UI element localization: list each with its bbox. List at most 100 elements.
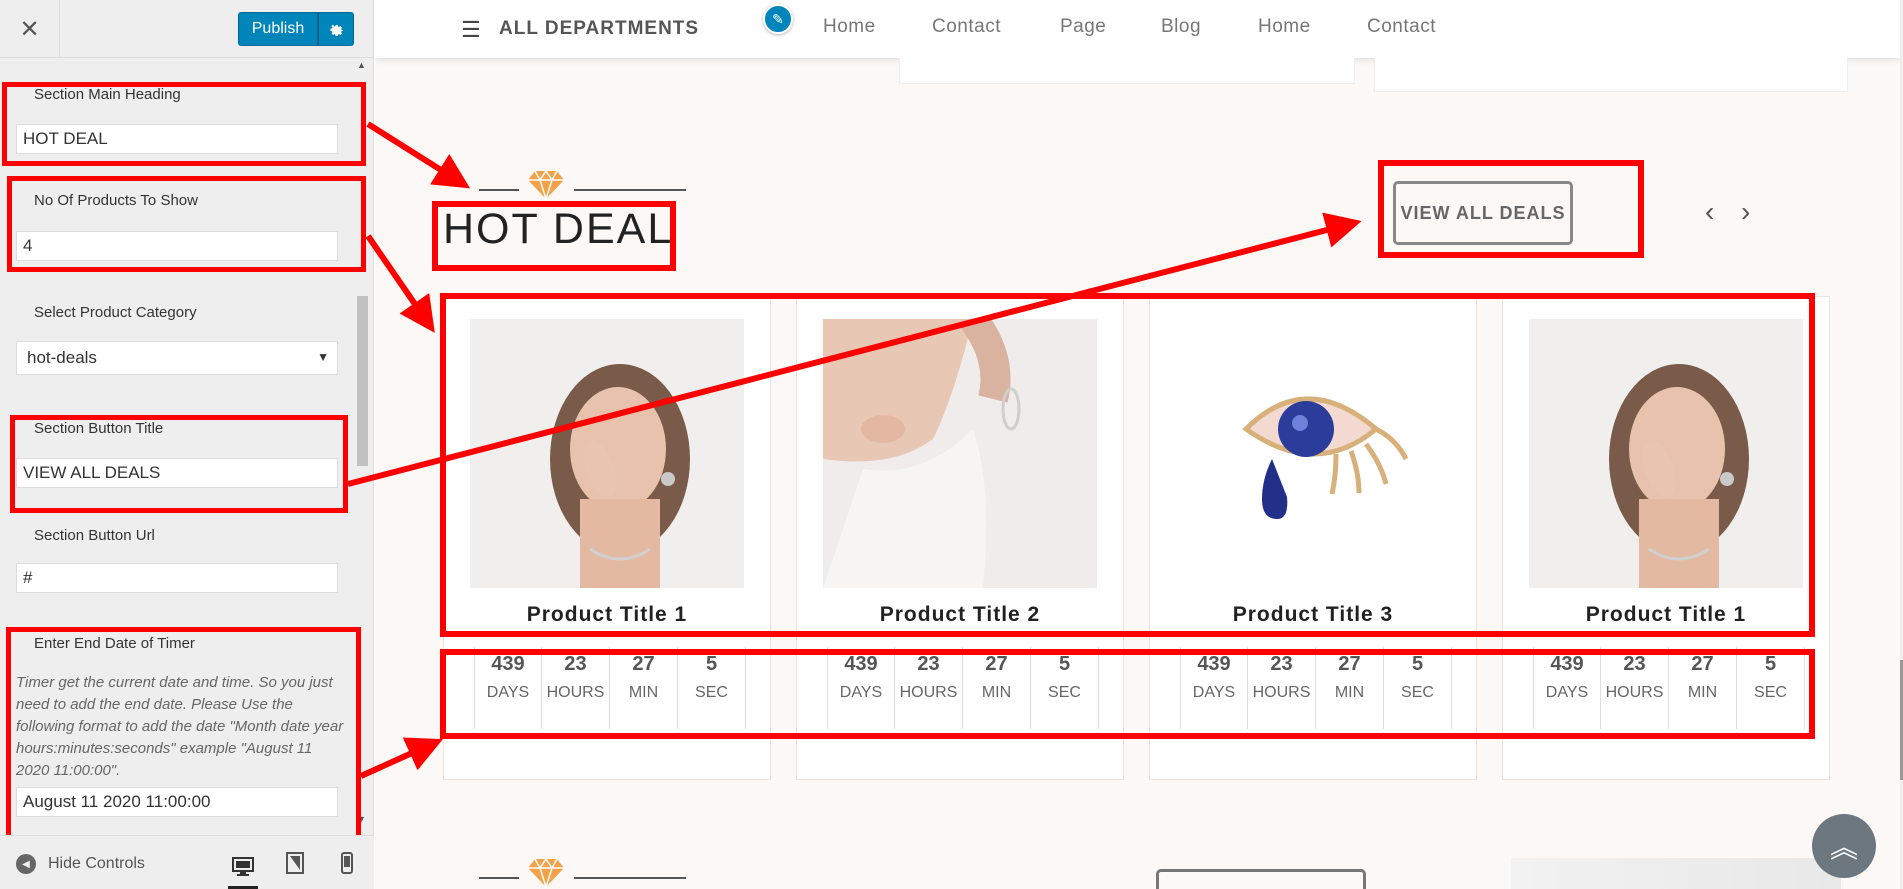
publish-button[interactable]: Publish <box>238 12 318 46</box>
scrollbar-thumb[interactable] <box>357 296 368 466</box>
timer-hours-value: 23 <box>917 653 940 675</box>
timer-days-value: 439 <box>1197 653 1231 675</box>
category-label: Select Product Category <box>34 304 197 321</box>
timer-hours: 23 HOURS <box>542 647 610 729</box>
desktop-icon <box>232 857 254 876</box>
product-image-woman-neck[interactable] <box>823 319 1097 588</box>
publish-settings-button[interactable] <box>318 12 354 46</box>
product-card[interactable]: Product Title 1 439 DAYS 23 HOURS 27 MIN 5 S… <box>1502 296 1830 780</box>
timer-hours: 23 HOURS <box>1248 647 1316 729</box>
timer-hours-unit: HOURS <box>899 684 958 701</box>
timer-sec: 5 SEC <box>1737 647 1805 729</box>
nav-page[interactable]: Page <box>1060 16 1106 38</box>
nav-contact[interactable]: Contact <box>932 16 1001 38</box>
nav-home-2[interactable]: Home <box>1258 16 1311 38</box>
annotation-box-num-products <box>7 176 366 272</box>
product-title[interactable]: Product Title 1 <box>444 603 770 627</box>
scroll-up-icon[interactable]: ▲ <box>357 60 366 70</box>
chevron-right-icon[interactable]: › <box>1741 196 1750 228</box>
product-card[interactable]: Product Title 2 439 DAYS 23 HOURS 27 MIN 5 S… <box>796 296 1124 780</box>
countdown-timer: 439 DAYS 23 HOURS 27 MIN 5 SEC <box>827 647 1099 729</box>
timer-min-value: 27 <box>1691 653 1714 675</box>
timer-sec: 5 SEC <box>1031 647 1099 729</box>
desktop-preview-button[interactable] <box>228 848 258 889</box>
chevron-left-icon[interactable]: ‹ <box>1705 196 1714 228</box>
nav-blog[interactable]: Blog <box>1161 16 1201 38</box>
timer-days-unit: DAYS <box>486 684 530 701</box>
customizer-sidebar: ✕ Publish Section Main Heading HOT DEAL … <box>0 0 374 889</box>
next-section-image <box>1511 858 1841 889</box>
hide-controls-button[interactable]: ◀ Hide Controls <box>16 854 145 874</box>
timer-days: 439 DAYS <box>1180 647 1248 729</box>
timer-hours-value: 23 <box>564 653 587 675</box>
timer-sec-value: 5 <box>1764 653 1777 675</box>
countdown-timer: 439 DAYS 23 HOURS 27 MIN 5 SEC <box>1533 647 1805 729</box>
nav-contact-2[interactable]: Contact <box>1367 16 1436 38</box>
close-button[interactable]: ✕ <box>0 0 60 58</box>
timer-days-unit: DAYS <box>839 684 883 701</box>
heading-divider-left <box>479 189 519 191</box>
timer-sec: 5 SEC <box>1384 647 1452 729</box>
timer-min: 27 MIN <box>1316 647 1384 729</box>
timer-days-unit: DAYS <box>1192 684 1236 701</box>
mobile-icon <box>341 852 353 874</box>
menu-icon[interactable]: ☰ <box>461 17 481 43</box>
timer-days: 439 DAYS <box>474 647 542 729</box>
timer-min-unit: MIN <box>1687 684 1718 701</box>
previous-section-card <box>899 58 1355 84</box>
view-all-deals-button[interactable]: VIEW ALL DEALS <box>1393 181 1573 245</box>
timer-days: 439 DAYS <box>827 647 895 729</box>
timer-days-value: 439 <box>491 653 525 675</box>
tablet-preview-button[interactable] <box>280 848 310 878</box>
timer-min-unit: MIN <box>981 684 1012 701</box>
diamond-icon <box>528 858 564 888</box>
product-image-woman-earring[interactable] <box>1529 319 1803 588</box>
hide-controls-label: Hide Controls <box>48 855 145 872</box>
edit-shortcut-button[interactable]: ✎ <box>763 4 793 34</box>
timer-min-unit: MIN <box>1334 684 1365 701</box>
tablet-icon <box>286 852 304 874</box>
category-select[interactable]: hot-deals ▼ <box>16 341 338 375</box>
product-title[interactable]: Product Title 2 <box>797 603 1123 627</box>
previous-section-card <box>1374 58 1848 92</box>
heading-divider-right <box>574 189 686 191</box>
pencil-icon: ✎ <box>772 10 784 27</box>
product-card[interactable]: Product Title 1 439 DAYS 23 HOURS 27 MIN 5 S… <box>443 296 771 780</box>
collapse-arrow-icon: ◀ <box>16 854 36 874</box>
annotation-box-heading <box>2 82 366 166</box>
product-image-eye-brooch[interactable] <box>1176 319 1450 588</box>
timer-sec-value: 5 <box>705 653 718 675</box>
timer-min: 27 MIN <box>1669 647 1737 729</box>
timer-sec-unit: SEC <box>695 684 728 701</box>
timer-sec-unit: SEC <box>1401 684 1434 701</box>
sidebar-footer: ◀ Hide Controls <box>0 835 374 889</box>
annotation-box-button-title <box>10 415 348 513</box>
timer-sec-value: 5 <box>1058 653 1071 675</box>
all-departments-link[interactable]: ALL DEPARTMENTS <box>499 18 699 40</box>
double-chevron-up-icon: ︽ <box>1829 832 1858 863</box>
timer-min-value: 27 <box>1338 653 1361 675</box>
nav-home[interactable]: Home <box>823 16 876 38</box>
scroll-to-top-button[interactable]: ︽ <box>1812 814 1876 878</box>
timer-min-unit: MIN <box>628 684 659 701</box>
next-section-button[interactable] <box>1156 869 1366 889</box>
button-url-input[interactable]: # <box>16 563 338 593</box>
button-url-label: Section Button Url <box>34 527 155 544</box>
timer-days-value: 439 <box>1550 653 1584 675</box>
timer-sec-unit: SEC <box>1754 684 1787 701</box>
countdown-timer: 439 DAYS 23 HOURS 27 MIN 5 SEC <box>474 647 746 729</box>
product-card[interactable]: Product Title 3 439 DAYS 23 HOURS 27 MIN 5 S… <box>1149 296 1477 780</box>
product-image-woman-earring[interactable] <box>470 319 744 588</box>
product-title[interactable]: Product Title 1 <box>1503 603 1829 627</box>
section-title: HOT DEAL <box>443 205 674 253</box>
timer-days-unit: DAYS <box>1545 684 1589 701</box>
countdown-timer: 439 DAYS 23 HOURS 27 MIN 5 SEC <box>1180 647 1452 729</box>
top-navigation: ☰ ALL DEPARTMENTS ✎ Home Contact Page Bl… <box>375 0 1900 58</box>
timer-hours-value: 23 <box>1270 653 1293 675</box>
category-selected-value: hot-deals <box>27 348 97 367</box>
timer-hours: 23 HOURS <box>1601 647 1669 729</box>
timer-min-value: 27 <box>985 653 1008 675</box>
product-title[interactable]: Product Title 3 <box>1150 603 1476 627</box>
mobile-preview-button[interactable] <box>332 848 362 878</box>
timer-hours-value: 23 <box>1623 653 1646 675</box>
